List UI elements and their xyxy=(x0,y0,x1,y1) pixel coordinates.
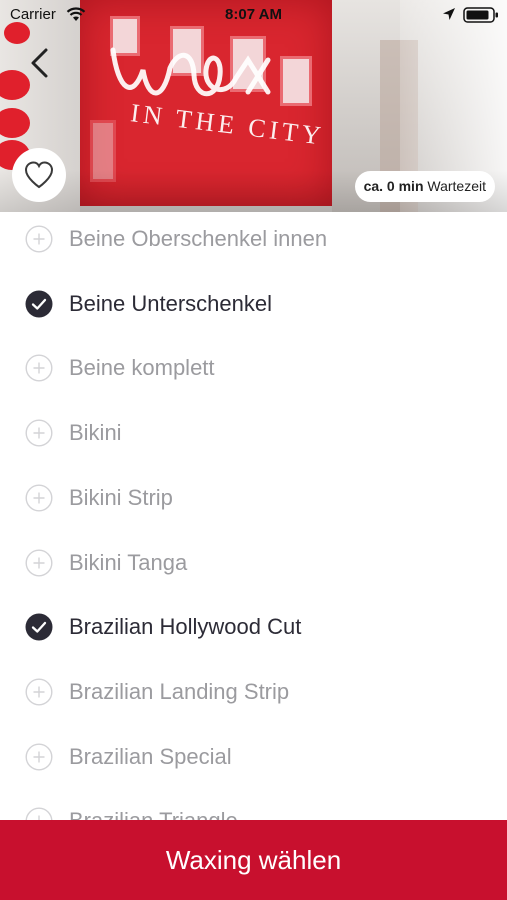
service-list-item[interactable]: Bikini Strip xyxy=(0,466,507,530)
plus-circle-icon xyxy=(25,419,53,447)
service-label: Bikini Tanga xyxy=(69,549,188,575)
plus-circle-icon xyxy=(25,225,53,253)
service-label: Beine komplett xyxy=(69,355,215,381)
service-list-item[interactable]: Beine komplett xyxy=(0,336,507,400)
wait-time-value: ca. 0 min xyxy=(363,178,424,194)
service-list-item[interactable]: Brazilian Landing Strip xyxy=(0,660,507,724)
service-label: Brazilian Special xyxy=(69,743,232,769)
plus-circle-icon xyxy=(25,743,53,771)
checkmark-circle-icon xyxy=(25,613,53,641)
wait-time-label: Wartezeit xyxy=(427,178,486,194)
service-list: Beine Oberschenkel innen Beine Unterschen… xyxy=(0,212,507,820)
service-label: Beine Oberschenkel innen xyxy=(69,226,328,251)
service-list-item[interactable]: Beine Unterschenkel xyxy=(0,272,507,336)
service-list-item[interactable]: Brazilian Special xyxy=(0,725,507,789)
plus-circle-icon xyxy=(25,354,53,382)
status-bar: Carrier 8:07 AM xyxy=(0,0,507,28)
wait-time-badge: ca. 0 min Wartezeit xyxy=(354,171,495,202)
service-list-item[interactable]: Bikini xyxy=(0,401,507,465)
back-button[interactable] xyxy=(24,44,58,82)
plus-circle-icon xyxy=(25,484,53,512)
battery-icon xyxy=(463,7,498,23)
checkmark-circle-icon xyxy=(25,290,53,318)
plus-circle-icon xyxy=(25,678,53,706)
service-label: Bikini Strip xyxy=(69,484,173,510)
status-time: 8:07 AM xyxy=(225,6,282,23)
chevron-left-icon xyxy=(31,48,48,78)
service-label: Beine Unterschenkel xyxy=(69,290,273,316)
service-list-item[interactable]: Bikini Tanga xyxy=(0,531,507,595)
favorite-button[interactable] xyxy=(12,148,66,202)
choose-waxing-button[interactable]: Waxing wählen xyxy=(0,820,507,900)
service-list-item[interactable]: Brazilian Hollywood Cut xyxy=(0,595,507,659)
plus-circle-icon xyxy=(25,807,53,820)
location-arrow-icon xyxy=(443,8,455,20)
service-label: Brazilian Landing Strip xyxy=(69,678,290,704)
service-label: Brazilian Triangle xyxy=(69,808,238,820)
service-label: Brazilian Hollywood Cut xyxy=(69,614,302,640)
plus-circle-icon xyxy=(25,548,53,577)
service-label: Bikini xyxy=(69,420,122,446)
heart-outline-icon xyxy=(24,161,54,189)
service-list-item[interactable]: Brazilian Triangle xyxy=(0,789,507,820)
service-list-item[interactable]: Beine Oberschenkel innen xyxy=(0,212,507,271)
